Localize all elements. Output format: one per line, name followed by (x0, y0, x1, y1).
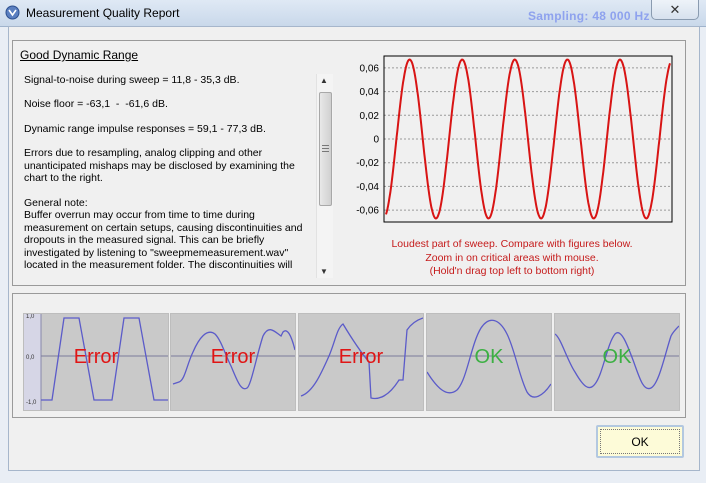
axis-tick: 1,0 (26, 314, 35, 320)
example-label: Error (338, 346, 384, 368)
report-heading: Good Dynamic Range (20, 48, 139, 62)
ok-button[interactable]: OK (596, 425, 684, 458)
chart-y-ticks: 0,06 0,04 0,02 0 -0,02 -0,04 -0,06 (356, 63, 379, 216)
example-label: OK (602, 346, 632, 368)
report-scrollbar[interactable]: ▲ ▼ (316, 74, 333, 278)
window-title: Measurement Quality Report (26, 6, 180, 20)
report-text: Good Dynamic Range Signal-to-noise durin… (20, 46, 316, 280)
example-label: Error (210, 346, 256, 368)
y-tick-label: -0,04 (356, 182, 379, 193)
axis-tick: -1,0 (26, 400, 37, 406)
example-dropout: Error (170, 313, 296, 411)
caption-line: Loudest part of sweep. Compare with figu… (391, 238, 633, 250)
y-tick-label: 0 (373, 135, 379, 146)
title-bar: Measurement Quality Report Sampling: 48 … (0, 0, 706, 27)
scroll-up-icon[interactable]: ▲ (320, 76, 328, 85)
grip-line (322, 151, 329, 152)
example-label: Error (73, 346, 119, 368)
report-paragraph: General note: Buffer overrun may occur f… (24, 196, 303, 272)
y-tick-label: 0,02 (360, 111, 380, 122)
scroll-thumb[interactable] (319, 92, 332, 206)
grip-line (322, 145, 329, 146)
y-tick-label: 0,06 (360, 63, 380, 74)
report-paragraph: Dynamic range impulse responses = 59,1 -… (24, 122, 266, 135)
close-button[interactable]: ✕ (651, 0, 699, 20)
example-clean-sine: OK (426, 313, 552, 411)
caption-line: Zoom in on critical areas with mouse. (425, 251, 599, 264)
grip-line (322, 148, 329, 149)
chart-caption: Loudest part of sweep. Compare with figu… (372, 238, 652, 279)
app-icon (5, 5, 20, 20)
caption-line: (Hold'n drag top left to bottom right) (429, 265, 595, 277)
focus-rect (600, 429, 680, 454)
y-tick-label: -0,06 (356, 206, 379, 217)
example-discontinuity: Error (298, 313, 424, 411)
sweep-chart[interactable]: 0,06 0,04 0,02 0 -0,02 -0,04 -0,06 (344, 52, 680, 232)
background-window-text: Sampling: 48 000 Hz (528, 9, 650, 23)
example-label: OK (474, 346, 504, 368)
report-paragraph: Errors due to resampling, analog clippin… (24, 147, 298, 184)
y-tick-label: -0,02 (356, 158, 379, 169)
example-clipping: 1,0 0,0 -1,0 Error (23, 313, 169, 411)
report-paragraph: Signal-to-noise during sweep = 11,8 - 35… (24, 73, 240, 86)
scroll-down-icon[interactable]: ▼ (320, 267, 328, 276)
example-clean-sine-2: OK (554, 313, 680, 411)
close-icon: ✕ (669, 1, 681, 17)
report-paragraph: Noise floor = -63,1 - -61,6 dB. (24, 98, 168, 110)
y-tick-label: 0,04 (360, 87, 380, 98)
